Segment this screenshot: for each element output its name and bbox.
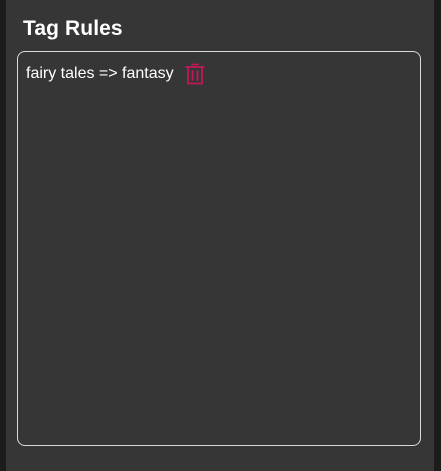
section-title: Tag Rules [23,17,123,40]
rule-text: fairy tales => fantasy [26,65,174,82]
trash-icon [184,63,205,85]
page: Tag Rules fairy tales => fantasy [0,0,441,471]
delete-rule-button[interactable] [184,62,206,86]
list-item: fairy tales => fantasy [26,62,206,86]
tag-rules-panel: Tag Rules fairy tales => fantasy [6,0,434,471]
tag-rules-list[interactable]: fairy tales => fantasy [17,51,421,446]
